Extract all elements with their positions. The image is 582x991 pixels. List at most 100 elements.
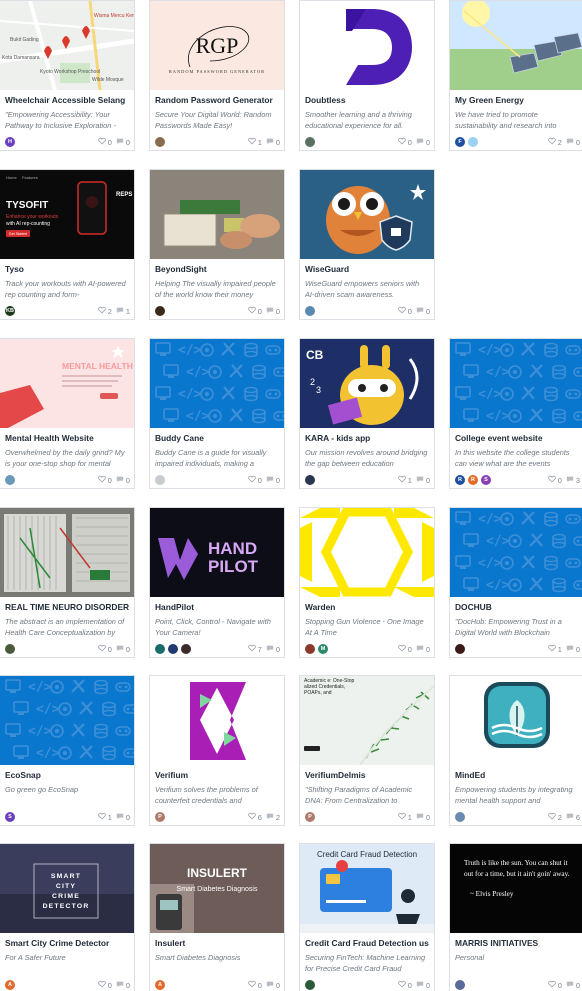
project-card[interactable]: Warden Stopping Gun Violence - One Image… [299,507,435,658]
project-card[interactable]: Truth is like the sun. You can shut it o… [449,843,582,991]
project-card[interactable]: Academic e: One-Stop alized Credentials,… [299,675,435,826]
project-card[interactable]: Home Features TYSOFIT Enhance your worko… [0,169,135,320]
project-title[interactable]: Smart City Crime Detector [5,938,131,948]
like-count[interactable]: 0 [397,980,412,991]
project-title[interactable]: DOCHUB [455,602,581,612]
project-card[interactable]: My Green Energy We have tried to promote… [449,0,582,151]
project-thumbnail[interactable]: </> </> </> </> [450,339,582,428]
like-count[interactable]: 0 [97,137,112,148]
project-thumbnail[interactable] [300,1,434,90]
like-count[interactable]: 2 [547,812,562,823]
avatar[interactable]: P [305,812,315,822]
avatar[interactable] [155,137,165,147]
project-thumbnail[interactable] [150,676,284,765]
like-count[interactable]: 6 [247,812,262,823]
like-count[interactable]: 1 [397,475,412,486]
like-count[interactable]: 1 [547,644,562,655]
project-thumbnail[interactable] [450,676,582,765]
project-card[interactable]: </> </> </> </> Buddy Cane Buddy Cane is a … [149,338,285,489]
like-count[interactable]: 2 [97,306,112,317]
project-thumbnail[interactable]: CB 2 3 [300,339,434,428]
avatar[interactable] [5,475,15,485]
project-thumbnail[interactable] [300,508,434,597]
project-thumbnail[interactable]: Home Features TYSOFIT Enhance your worko… [0,170,134,259]
project-title[interactable]: KARA - kids app [305,433,431,443]
avatar[interactable] [455,980,465,990]
project-title[interactable]: My Green Energy [455,95,581,105]
comment-count[interactable]: 6 [566,812,580,823]
comment-count[interactable]: 2 [266,812,280,823]
comment-count[interactable]: 0 [566,137,580,148]
comment-count[interactable]: 0 [416,644,430,655]
project-card[interactable]: MindEd Empowering students by integratin… [449,675,582,826]
project-title[interactable]: Insulert [155,938,281,948]
like-count[interactable]: 1 [397,812,412,823]
project-thumbnail[interactable] [300,170,434,259]
avatar[interactable] [305,980,315,990]
like-count[interactable]: 1 [97,812,112,823]
project-card[interactable]: CB 2 3 KARA - kids app Our mission revol… [299,338,435,489]
avatar[interactable]: A [155,980,165,990]
project-thumbnail[interactable] [0,508,134,597]
project-card[interactable]: </> </> </> </> College event website In th… [449,338,582,489]
like-count[interactable]: 0 [397,137,412,148]
comment-count[interactable]: 0 [266,475,280,486]
comment-count[interactable]: 0 [416,306,430,317]
avatar[interactable]: A [5,980,15,990]
like-count[interactable]: 0 [397,306,412,317]
project-card[interactable]: Wisma Mercu Kembing Sdn Kota Damansara B… [0,0,135,151]
project-card[interactable]: BeyondSight Helping The visually impaire… [149,169,285,320]
avatar[interactable] [305,475,315,485]
comment-count[interactable]: 0 [266,980,280,991]
project-thumbnail[interactable] [150,170,284,259]
project-title[interactable]: Warden [305,602,431,612]
project-title[interactable]: College event website [455,433,581,443]
project-card[interactable]: Credit Card Fraud Detection Credit Card … [299,843,435,991]
avatar[interactable]: R [468,475,478,485]
project-thumbnail[interactable]: INSULERT Smart Diabetes Diagnosis [150,844,284,933]
avatar[interactable]: F [455,137,465,147]
project-title[interactable]: Buddy Cane [155,433,281,443]
project-title[interactable]: Credit Card Fraud Detection us [305,938,431,948]
comment-count[interactable]: 0 [416,137,430,148]
avatar[interactable]: KB [5,306,15,316]
avatar[interactable] [305,306,315,316]
avatar[interactable]: S [5,812,15,822]
avatar[interactable]: M [318,644,328,654]
like-count[interactable]: 7 [247,644,262,655]
comment-count[interactable]: 0 [116,475,130,486]
comment-count[interactable]: 0 [116,137,130,148]
project-card[interactable]: REAL TIME NEURO DISORDER The abstract is… [0,507,135,658]
comment-count[interactable]: 0 [566,980,580,991]
like-count[interactable]: 0 [97,475,112,486]
like-count[interactable]: 0 [247,306,262,317]
project-thumbnail[interactable]: Academic e: One-Stop alized Credentials,… [300,676,434,765]
avatar[interactable] [155,475,165,485]
project-thumbnail[interactable]: SMART CITY CRIME DETECTOR [0,844,134,933]
project-thumbnail[interactable]: </> </> </> </> [450,508,582,597]
project-card[interactable]: RGP RANDOM PASSWORD GENERATOR Random Pas… [149,0,285,151]
project-title[interactable]: EcoSnap [5,770,131,780]
like-count[interactable]: 0 [547,475,562,486]
project-title[interactable]: VerifiumDelmis [305,770,431,780]
comment-count[interactable]: 1 [116,306,130,317]
project-title[interactable]: Tyso [5,264,131,274]
comment-count[interactable]: 0 [416,812,430,823]
project-card[interactable]: </> </> </> </> EcoSnap Go green go EcoSnap… [0,675,135,826]
avatar[interactable]: P [155,812,165,822]
project-thumbnail[interactable]: HAND PILOT [150,508,284,597]
avatar[interactable] [155,306,165,316]
avatar[interactable] [305,137,315,147]
project-title[interactable]: WiseGuard [305,264,431,274]
avatar[interactable]: R [455,475,465,485]
avatar[interactable]: S [481,475,491,485]
project-thumbnail[interactable]: Truth is like the sun. You can shut it o… [450,844,582,933]
like-count[interactable]: 2 [547,137,562,148]
like-count[interactable]: 0 [97,644,112,655]
project-card[interactable]: HAND PILOT HandPilot Point, Click, Contr… [149,507,285,658]
project-title[interactable]: Wheelchair Accessible Selang [5,95,131,105]
comment-count[interactable]: 3 [566,475,580,486]
project-thumbnail[interactable]: Credit Card Fraud Detection [300,844,434,933]
project-thumbnail[interactable]: MENTAL HEALTH [0,339,134,428]
comment-count[interactable]: 0 [116,644,130,655]
